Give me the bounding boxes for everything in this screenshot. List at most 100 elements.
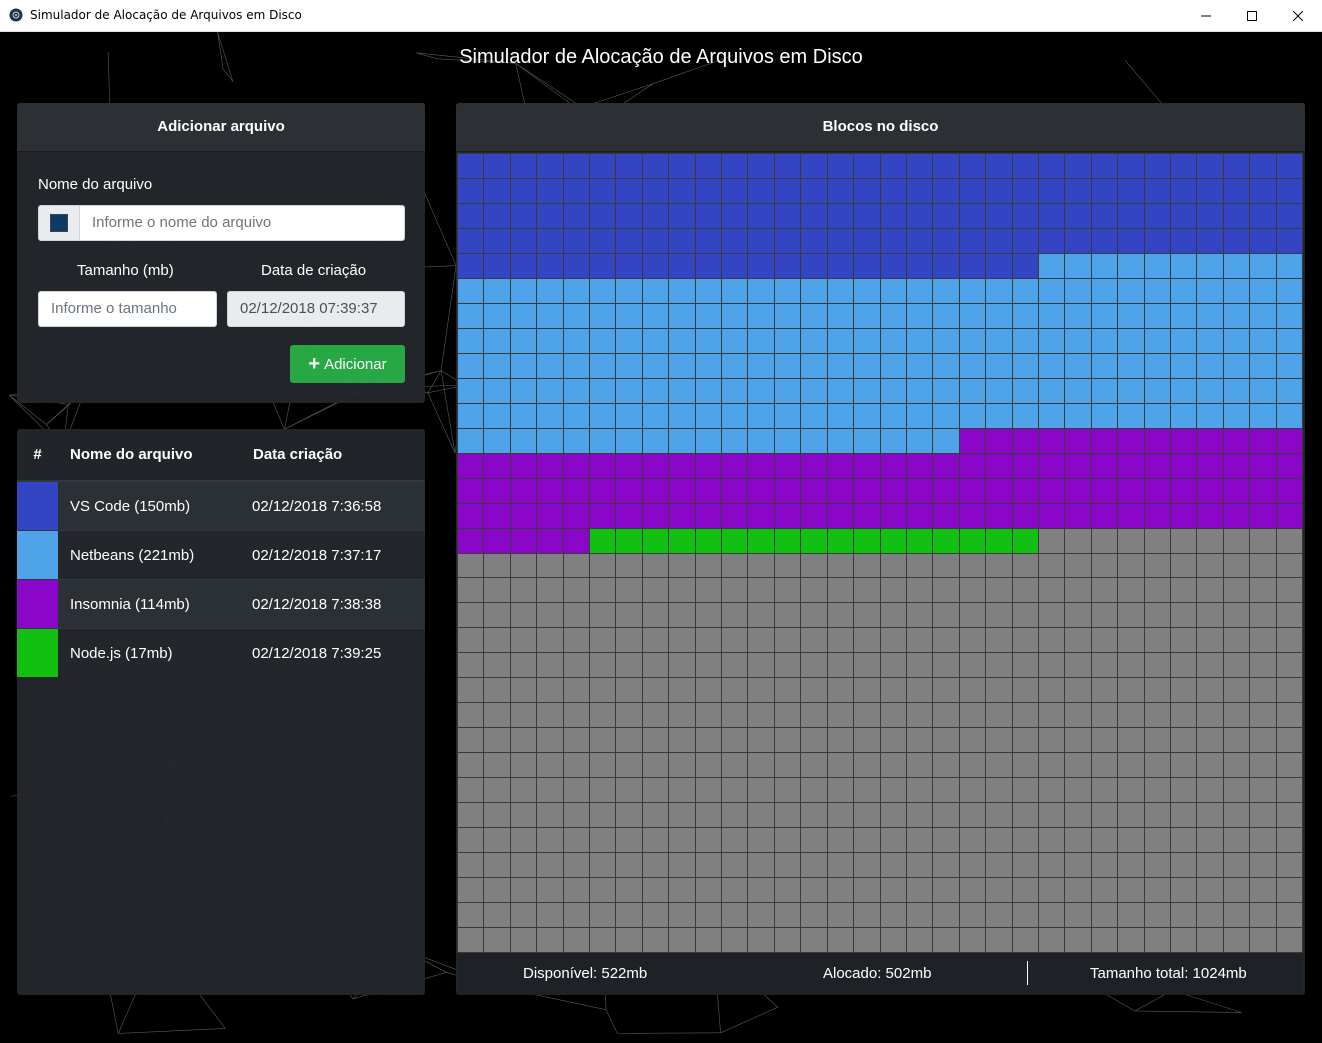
disk-block <box>510 203 537 228</box>
disk-block <box>616 828 642 853</box>
disk-block <box>1065 503 1091 528</box>
disk-block <box>1250 428 1276 453</box>
disk-block <box>959 803 986 828</box>
disk-block <box>1250 178 1276 203</box>
disk-block <box>1118 228 1144 253</box>
disk-block <box>854 428 880 453</box>
disk-block <box>695 228 722 253</box>
disk-block <box>590 678 616 703</box>
disk-block <box>1012 728 1038 753</box>
disk-block <box>959 903 986 928</box>
disk-block <box>1250 453 1276 478</box>
disk-block <box>616 278 642 303</box>
color-picker-button[interactable] <box>38 205 80 241</box>
disk-block <box>880 728 906 753</box>
table-row[interactable]: Node.js (17mb) 02/12/2018 7:39:25 <box>17 628 425 677</box>
disk-block <box>748 578 774 603</box>
disk-block <box>458 528 484 553</box>
disk-block <box>801 228 827 253</box>
disk-block <box>1038 878 1065 903</box>
disk-block <box>906 328 933 353</box>
disk-block <box>1118 353 1144 378</box>
disk-block <box>1197 928 1223 952</box>
minimize-icon <box>1201 15 1211 16</box>
disk-block <box>1197 853 1223 878</box>
disk-block <box>1118 728 1144 753</box>
disk-block <box>669 278 695 303</box>
disk-block <box>827 378 854 403</box>
disk-block <box>827 803 854 828</box>
disk-block <box>563 154 590 178</box>
disk-block <box>801 328 827 353</box>
disk-block <box>458 628 484 653</box>
file-size-input[interactable]: Informe o tamanho <box>38 291 217 327</box>
file-name-cell: Node.js (17mb) <box>58 628 252 677</box>
disk-block <box>510 303 537 328</box>
close-button[interactable] <box>1275 0 1321 31</box>
close-icon <box>1293 10 1303 21</box>
disk-block <box>748 628 774 653</box>
disk-block <box>1091 628 1118 653</box>
disk-block <box>722 328 748 353</box>
disk-block <box>616 903 642 928</box>
disk-block <box>748 528 774 553</box>
disk-block <box>484 154 510 178</box>
disk-block <box>669 928 695 952</box>
disk-block <box>458 753 484 778</box>
table-row[interactable]: VS Code (150mb) 02/12/2018 7:36:58 <box>17 480 425 531</box>
disk-block <box>774 503 801 528</box>
disk-block <box>1197 678 1223 703</box>
disk-block <box>1170 828 1197 853</box>
disk-block <box>537 678 563 703</box>
file-name-input[interactable]: Informe o nome do arquivo <box>79 205 405 241</box>
disk-block <box>510 778 537 803</box>
disk-block <box>1144 154 1170 178</box>
disk-block <box>1065 453 1091 478</box>
disk-block <box>933 478 959 503</box>
disk-block <box>590 378 616 403</box>
file-date-cell: 02/12/2018 7:39:25 <box>252 628 425 677</box>
disk-block <box>774 453 801 478</box>
disk-block <box>590 428 616 453</box>
table-row[interactable]: Netbeans (221mb) 02/12/2018 7:37:17 <box>17 530 425 580</box>
disk-block <box>1012 578 1038 603</box>
table-row[interactable]: Insomnia (114mb) 02/12/2018 7:38:38 <box>17 579 425 629</box>
disk-block <box>748 653 774 678</box>
disk-block <box>642 428 669 453</box>
minimize-button[interactable] <box>1183 0 1229 31</box>
disk-block <box>748 928 774 952</box>
disk-block <box>722 903 748 928</box>
disk-block <box>1118 478 1144 503</box>
disk-block <box>642 203 669 228</box>
disk-block <box>748 478 774 503</box>
disk-block <box>1276 828 1302 853</box>
disk-block <box>933 453 959 478</box>
disk-block <box>537 178 563 203</box>
disk-block <box>748 728 774 753</box>
disk-block <box>1012 628 1038 653</box>
disk-block <box>1250 578 1276 603</box>
disk-block <box>590 228 616 253</box>
disk-block <box>458 778 484 803</box>
disk-block <box>1250 728 1276 753</box>
disk-block <box>933 428 959 453</box>
disk-block <box>669 503 695 528</box>
disk-block <box>1197 728 1223 753</box>
disk-block <box>959 828 986 853</box>
disk-block <box>1223 203 1250 228</box>
disk-block <box>1276 403 1302 428</box>
maximize-button[interactable] <box>1229 0 1275 31</box>
disk-block <box>1065 228 1091 253</box>
disk-block <box>669 228 695 253</box>
disk-block <box>1144 553 1170 578</box>
disk-block <box>1223 478 1250 503</box>
disk-block <box>906 528 933 553</box>
disk-block <box>854 503 880 528</box>
disk-block <box>1118 503 1144 528</box>
disk-block <box>959 178 986 203</box>
app-icon <box>9 8 23 22</box>
disk-block <box>510 253 537 278</box>
add-button[interactable]: + Adicionar <box>290 345 405 383</box>
disk-block <box>642 728 669 753</box>
disk-block <box>1012 228 1038 253</box>
